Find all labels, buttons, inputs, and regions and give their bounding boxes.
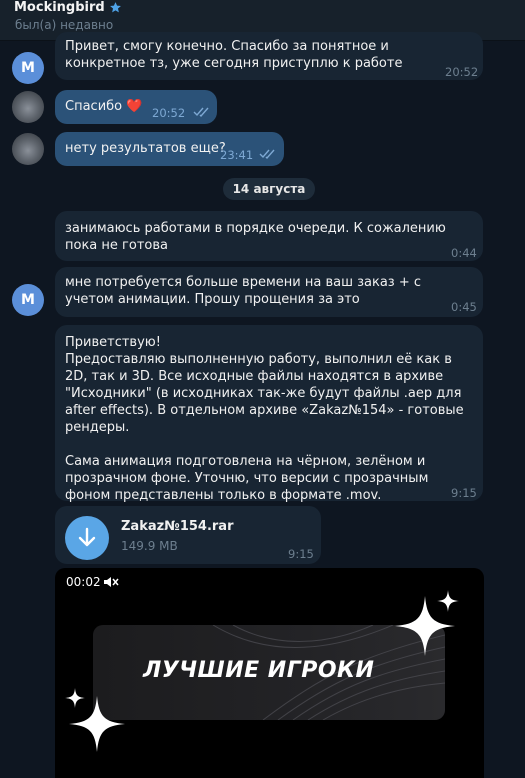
message-bubble[interactable]: Привет, смогу конечно. Спасибо за понятн… bbox=[55, 32, 483, 80]
message-bubble[interactable]: Приветствую! Предоставляю выполненную ра… bbox=[55, 325, 483, 503]
message-time: 20:52 bbox=[152, 106, 186, 120]
chat-status: был(а) недавно bbox=[15, 18, 114, 32]
user-avatar[interactable] bbox=[12, 91, 44, 123]
video-player[interactable]: 00:02 ЛУЧШИЕ ИГРОКИ bbox=[55, 568, 484, 778]
banner-title: ЛУЧШИЕ ИГРОКИ bbox=[143, 658, 375, 683]
title-row: Mockingbird bbox=[14, 0, 122, 15]
message-text: Спасибо ❤️ bbox=[65, 99, 143, 114]
download-button[interactable] bbox=[65, 516, 109, 560]
premium-star-icon bbox=[109, 1, 121, 12]
read-checks-icon bbox=[259, 149, 275, 159]
message-bubble[interactable]: занимаюсь работами в порядке очереди. К … bbox=[55, 211, 483, 261]
file-size: 149.9 MB bbox=[121, 539, 178, 553]
message-text: Приветствую! Предоставляю выполненную ра… bbox=[65, 335, 464, 503]
file-message[interactable]: Zakaz№154.rar 149.9 MB 9:15 bbox=[55, 506, 321, 564]
contact-avatar[interactable]: M bbox=[12, 284, 44, 316]
message-text: Привет, смогу конечно. Спасибо за понятн… bbox=[65, 39, 403, 71]
video-banner: ЛУЧШИЕ ИГРОКИ bbox=[93, 625, 445, 720]
video-timestamp: 00:02 bbox=[66, 575, 101, 589]
message-time: 9:15 bbox=[288, 547, 314, 561]
download-arrow-icon bbox=[78, 527, 96, 547]
mute-icon[interactable] bbox=[103, 575, 119, 589]
message-bubble[interactable]: Спасибо ❤️ 20:52 bbox=[55, 90, 217, 124]
contact-avatar[interactable]: M bbox=[12, 52, 44, 84]
chat-title[interactable]: Mockingbird bbox=[14, 0, 105, 15]
message-time: 20:52 bbox=[445, 65, 479, 79]
user-avatar[interactable] bbox=[12, 133, 44, 165]
date-separator: 14 августа bbox=[223, 178, 315, 200]
message-bubble[interactable]: мне потребуется больше времени на ваш за… bbox=[55, 267, 483, 317]
sparkle-icon bbox=[65, 688, 85, 708]
message-text: мне потребуется больше времени на ваш за… bbox=[65, 275, 422, 307]
sparkle-icon bbox=[437, 590, 459, 612]
read-checks-icon bbox=[193, 107, 209, 117]
message-time: 0:44 bbox=[451, 246, 477, 260]
message-time: 0:45 bbox=[451, 300, 477, 314]
message-time: 23:41 bbox=[220, 148, 254, 162]
message-bubble[interactable]: нету результатов еще? 23:41 bbox=[55, 132, 284, 166]
message-text: нету результатов еще? bbox=[65, 141, 226, 156]
message-time: 9:15 bbox=[451, 486, 477, 500]
message-text: занимаюсь работами в порядке очереди. К … bbox=[65, 221, 446, 253]
file-name[interactable]: Zakaz№154.rar bbox=[121, 518, 234, 535]
